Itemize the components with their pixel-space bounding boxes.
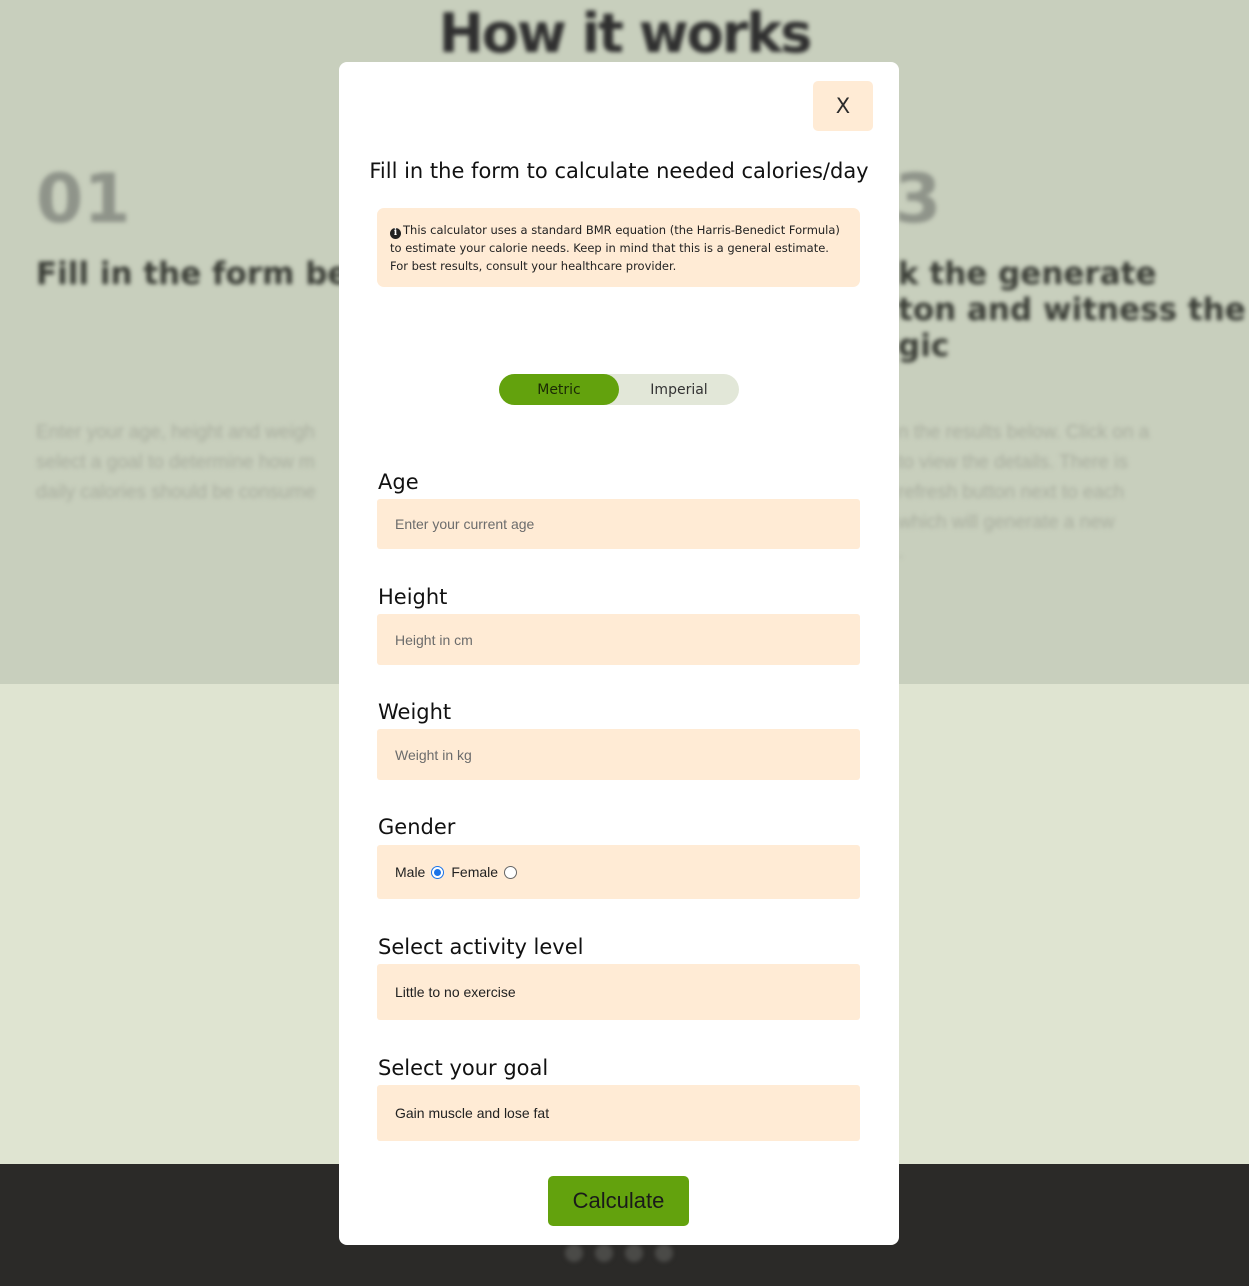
activity-select[interactable]: Little to no exercise <box>377 964 860 1020</box>
step-title-3: k the generate ton and witness the gic <box>898 256 1246 364</box>
goal-select[interactable]: Gain muscle and lose fat <box>377 1085 860 1141</box>
height-input[interactable] <box>377 614 860 665</box>
goal-selected-value: Gain muscle and lose fat <box>395 1105 550 1121</box>
footer-social-icons <box>565 1244 673 1262</box>
unit-toggle: Metric Imperial <box>499 374 739 405</box>
activity-selected-value: Little to no exercise <box>395 984 516 1000</box>
linkedin-icon[interactable] <box>655 1244 673 1262</box>
height-label: Height <box>378 585 448 609</box>
section-title: How it works <box>438 2 813 65</box>
modal-title: Fill in the form to calculate needed cal… <box>369 159 869 183</box>
male-label: Male <box>395 864 426 880</box>
weight-input[interactable] <box>377 729 860 780</box>
instagram-icon[interactable] <box>625 1244 643 1262</box>
step-number-3: 3 <box>894 160 942 239</box>
info-circle-icon: i <box>390 228 401 239</box>
male-radio[interactable] <box>431 865 445 879</box>
youtube-icon[interactable] <box>595 1244 613 1262</box>
github-icon[interactable] <box>565 1244 583 1262</box>
step-desc-3: n the results below. Click on a to view … <box>898 422 1150 563</box>
gender-radio-group: Male Female <box>377 845 860 899</box>
female-label: Female <box>451 864 499 880</box>
goal-label: Select your goal <box>378 1056 549 1080</box>
unit-imperial-option[interactable]: Imperial <box>619 374 739 405</box>
female-radio[interactable] <box>504 865 518 879</box>
step-number-1: 01 <box>36 160 131 239</box>
calorie-calculator-modal: X Fill in the form to calculate needed c… <box>339 62 899 1245</box>
calculate-button[interactable]: Calculate <box>548 1176 689 1226</box>
age-input[interactable] <box>377 499 860 549</box>
info-text: This calculator uses a standard BMR equa… <box>390 223 840 273</box>
weight-label: Weight <box>378 700 452 724</box>
unit-metric-option[interactable]: Metric <box>499 374 619 405</box>
activity-label: Select activity level <box>378 935 584 959</box>
step-title-1: Fill in the form belo <box>36 256 381 292</box>
close-button[interactable]: X <box>813 81 873 131</box>
age-label: Age <box>378 470 419 494</box>
gender-label: Gender <box>378 815 456 839</box>
info-notice: i This calculator uses a standard BMR equ… <box>377 208 860 287</box>
step-desc-1: Enter your age, height and weigh select … <box>36 422 316 503</box>
